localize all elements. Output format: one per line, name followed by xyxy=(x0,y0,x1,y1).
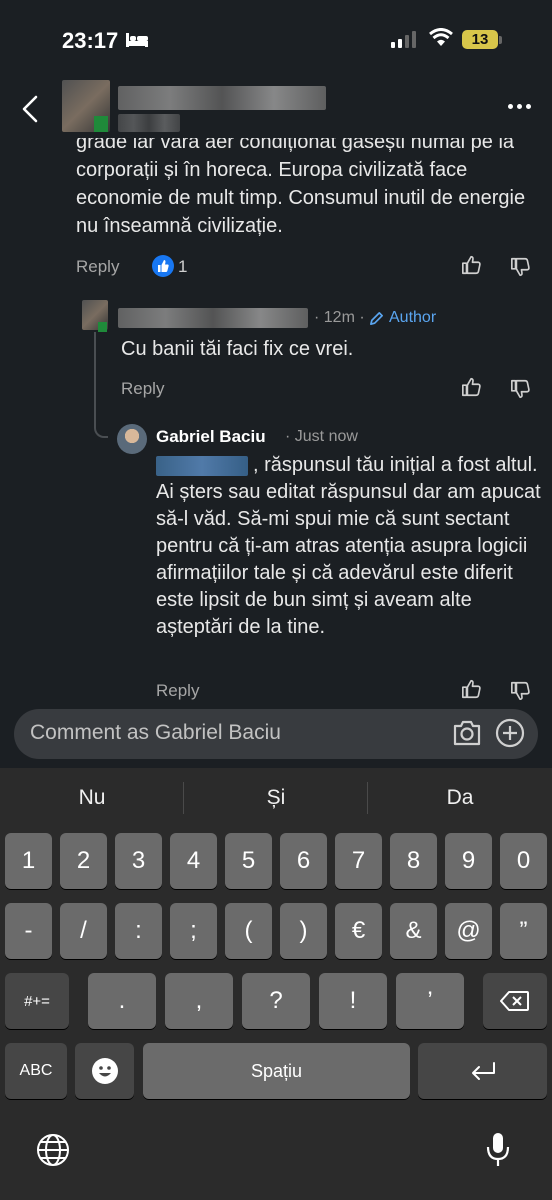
back-chevron-icon[interactable] xyxy=(20,95,40,123)
backspace-icon xyxy=(500,991,529,1011)
wifi-icon xyxy=(429,28,453,46)
key-8[interactable]: 8 xyxy=(390,833,437,889)
thumbs-up-icon[interactable] xyxy=(461,678,483,700)
user-avatar[interactable] xyxy=(117,424,147,454)
comment-input-placeholder[interactable]: Comment as Gabriel Baciu xyxy=(30,721,281,745)
key-5[interactable]: 5 xyxy=(225,833,272,889)
poster-subtitle-redacted xyxy=(118,114,180,132)
key-exclamation[interactable]: ! xyxy=(319,973,387,1029)
online-indicator xyxy=(94,116,108,132)
key-semicolon[interactable]: ; xyxy=(170,903,217,959)
key-9[interactable]: 9 xyxy=(445,833,492,889)
thumbs-up-icon[interactable] xyxy=(461,376,483,398)
comment-timestamp: · Just now xyxy=(285,428,358,445)
key-colon[interactable]: : xyxy=(115,903,162,959)
globe-icon[interactable] xyxy=(36,1133,70,1167)
comment-text: Cu banii tăi faci fix ce vrei. xyxy=(121,338,354,360)
emoji-icon xyxy=(91,1058,118,1084)
key-7[interactable]: 7 xyxy=(335,833,382,889)
backspace-key[interactable] xyxy=(483,973,547,1029)
key-3[interactable]: 3 xyxy=(115,833,162,889)
key-period[interactable]: . xyxy=(88,973,156,1029)
key-close-paren[interactable]: ) xyxy=(280,903,327,959)
comment-text: , răspunsul tău inițial a fost altul. Ai… xyxy=(156,454,541,638)
poster-name-redacted[interactable] xyxy=(118,86,326,110)
thumbs-up-icon[interactable] xyxy=(461,254,483,276)
sleep-mode-icon xyxy=(126,33,148,47)
commenter-online-indicator xyxy=(98,322,107,332)
key-6[interactable]: 6 xyxy=(280,833,327,889)
cellular-signal-icon xyxy=(391,30,416,48)
thumbs-down-icon[interactable] xyxy=(510,256,532,278)
reply-button[interactable]: Reply xyxy=(121,379,164,399)
key-question[interactable]: ? xyxy=(242,973,310,1029)
key-hyphen[interactable]: - xyxy=(5,903,52,959)
author-badge: Author xyxy=(389,309,437,326)
thumbs-down-icon[interactable] xyxy=(510,378,532,400)
parent-comment-text: grade iar vara aer condiționat găsești n… xyxy=(76,131,526,237)
thread-line xyxy=(94,332,108,438)
more-options-icon[interactable] xyxy=(508,104,531,109)
key-at[interactable]: @ xyxy=(445,903,492,959)
key-2[interactable]: 2 xyxy=(60,833,107,889)
suggestion-divider xyxy=(183,782,184,814)
suggestion-si[interactable]: Și xyxy=(216,786,336,810)
like-reaction-icon xyxy=(152,255,174,277)
emoji-key[interactable] xyxy=(75,1043,134,1099)
suggestion-da[interactable]: Da xyxy=(400,786,520,810)
key-0[interactable]: 0 xyxy=(500,833,547,889)
commenter-name[interactable]: Gabriel Baciu xyxy=(156,427,266,447)
space-key[interactable]: Spațiu xyxy=(143,1043,410,1099)
suggestion-nu[interactable]: Nu xyxy=(32,786,152,810)
pencil-icon xyxy=(370,312,383,325)
key-ampersand[interactable]: & xyxy=(390,903,437,959)
microphone-icon[interactable] xyxy=(485,1131,511,1169)
battery-tip xyxy=(499,36,502,44)
key-4[interactable]: 4 xyxy=(170,833,217,889)
key-1[interactable]: 1 xyxy=(5,833,52,889)
suggestion-divider xyxy=(367,782,368,814)
key-quote[interactable]: ” xyxy=(500,903,547,959)
reply-button[interactable]: Reply xyxy=(156,681,199,701)
abc-key[interactable]: ABC xyxy=(5,1043,67,1099)
add-icon[interactable] xyxy=(495,718,525,748)
return-icon xyxy=(471,1062,495,1080)
commenter-name-redacted[interactable] xyxy=(118,308,308,328)
return-key[interactable] xyxy=(418,1043,547,1099)
key-apostrophe[interactable]: ’ xyxy=(396,973,464,1029)
comment-timestamp: · 12m · xyxy=(314,309,365,326)
status-time: 23:17 xyxy=(62,28,119,53)
reply-button[interactable]: Reply xyxy=(76,257,119,277)
key-comma[interactable]: , xyxy=(165,973,233,1029)
thumbs-down-icon[interactable] xyxy=(510,680,532,702)
like-count: 1 xyxy=(178,257,188,276)
battery-indicator: 13 xyxy=(462,30,498,49)
key-open-paren[interactable]: ( xyxy=(225,903,272,959)
key-euro[interactable]: € xyxy=(335,903,382,959)
key-slash[interactable]: / xyxy=(60,903,107,959)
camera-icon[interactable] xyxy=(452,719,482,747)
symbols-toggle-key[interactable]: #+= xyxy=(5,973,69,1029)
battery-level: 13 xyxy=(471,31,489,48)
